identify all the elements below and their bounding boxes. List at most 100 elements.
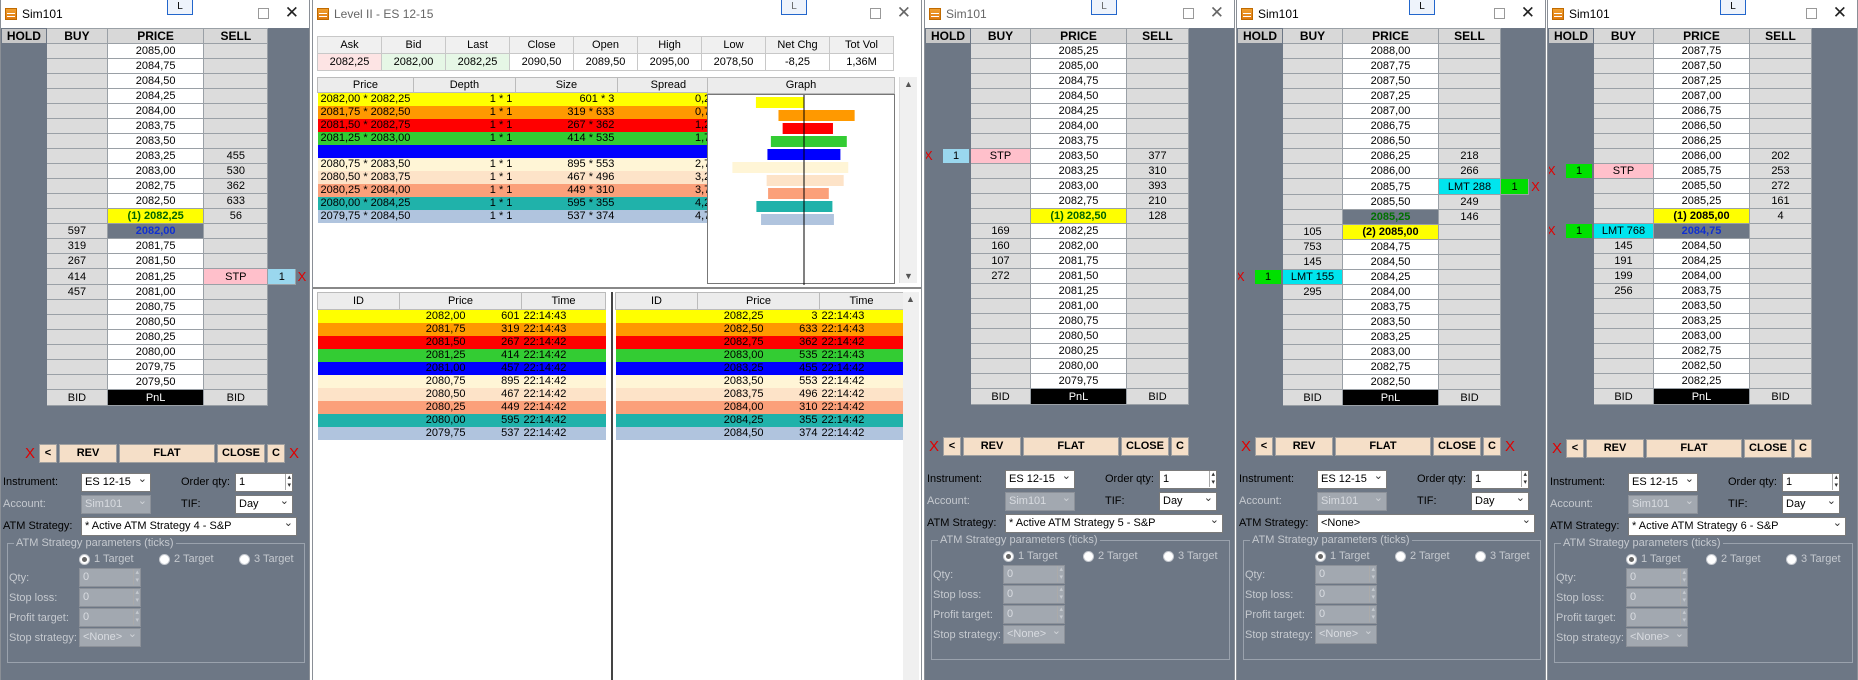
sell-cell[interactable] xyxy=(203,253,269,269)
hold-cell[interactable] xyxy=(1237,314,1283,330)
sell-cell[interactable]: 530 xyxy=(203,163,269,179)
buy-cell[interactable] xyxy=(45,178,109,194)
close-all-icon[interactable]: X xyxy=(287,445,301,462)
price-cell[interactable]: 2083,50 xyxy=(1653,298,1750,314)
buy-cell[interactable] xyxy=(45,103,109,119)
sell-cell[interactable]: 202 xyxy=(1749,148,1812,164)
sell-cell[interactable] xyxy=(1749,268,1812,284)
sell-cell[interactable] xyxy=(1126,373,1189,389)
hold-cell[interactable] xyxy=(925,313,971,329)
price-cell[interactable]: 2086,50 xyxy=(1653,118,1750,134)
price-cell[interactable]: 2083,25 xyxy=(1653,313,1750,329)
sell-cell[interactable] xyxy=(203,284,269,300)
buy-cell[interactable] xyxy=(1593,133,1654,149)
sell-cell[interactable] xyxy=(1126,43,1189,59)
atm-strategy-select[interactable]: <None> xyxy=(1317,512,1535,533)
radio-icon[interactable] xyxy=(239,553,250,565)
sell-cell[interactable] xyxy=(1438,43,1501,59)
reverse-button[interactable]: REV xyxy=(1275,437,1333,456)
buy-cell[interactable] xyxy=(970,358,1031,374)
buy-cell[interactable] xyxy=(1282,88,1343,104)
buy-cell[interactable] xyxy=(45,148,109,164)
hold-cell[interactable] xyxy=(1548,358,1594,374)
hold-cell[interactable] xyxy=(1548,208,1594,224)
close-icon[interactable]: ✕ xyxy=(285,4,299,21)
buy-cell[interactable] xyxy=(1282,194,1343,210)
flat-button[interactable]: FLAT xyxy=(1335,437,1431,456)
hold-cell[interactable] xyxy=(1,314,47,330)
sell-cell[interactable] xyxy=(1749,58,1812,74)
radio-icon[interactable] xyxy=(159,553,170,565)
buy-cell[interactable] xyxy=(1593,148,1654,164)
scroll-down-icon[interactable]: ▼ xyxy=(904,271,913,281)
hold-cell[interactable] xyxy=(1,58,47,74)
title-bar[interactable]: Sim101 L ✕ xyxy=(925,0,1234,28)
sell-cell[interactable] xyxy=(1749,328,1812,344)
book-col-header[interactable]: Price xyxy=(317,77,414,93)
price-cell[interactable]: 2079,75 xyxy=(1030,373,1127,389)
hold-cell[interactable] xyxy=(1,73,47,89)
sell-cell[interactable] xyxy=(1126,238,1189,254)
sell-cell[interactable] xyxy=(203,359,269,375)
price-cell[interactable]: 2083,75 xyxy=(1030,133,1127,149)
atm-strategy-select[interactable]: * Active ATM Strategy 4 - S&P xyxy=(81,515,297,536)
price-cell[interactable]: 2081,00 xyxy=(107,284,205,300)
reverse-button[interactable]: REV xyxy=(1586,439,1644,458)
hold-cell[interactable] xyxy=(1237,194,1283,210)
ts-col-header[interactable]: ID xyxy=(615,292,698,310)
sell-cell[interactable] xyxy=(1438,359,1501,375)
buy-cell[interactable] xyxy=(45,163,109,179)
price-cell[interactable]: 2080,50 xyxy=(1030,328,1127,344)
price-cell[interactable]: 2086,25 xyxy=(1342,148,1439,164)
ts-col-header[interactable]: Time xyxy=(521,292,606,310)
center-button[interactable]: C xyxy=(1483,437,1501,456)
price-cell[interactable]: 2084,50 xyxy=(1030,88,1127,104)
hold-cell[interactable] xyxy=(1237,58,1283,74)
buy-cell[interactable] xyxy=(1282,163,1343,179)
order-qty-badge[interactable]: 1 xyxy=(943,149,969,163)
price-cell[interactable]: 2080,75 xyxy=(107,299,205,315)
sell-cell[interactable] xyxy=(1438,118,1501,134)
sell-cell[interactable] xyxy=(203,238,269,254)
link-button[interactable]: L xyxy=(167,0,193,15)
link-button[interactable]: L xyxy=(1720,0,1746,15)
hold-cell[interactable] xyxy=(1237,43,1283,59)
buy-cell[interactable]: 191 xyxy=(1593,253,1654,269)
sell-cell[interactable]: LMT 288 xyxy=(1438,178,1501,195)
sell-cell[interactable]: 633 xyxy=(203,193,269,209)
buy-cell[interactable] xyxy=(970,118,1031,134)
title-bar[interactable]: Sim101 L ✕ xyxy=(1,0,309,28)
hold-cell[interactable]: X1 xyxy=(925,148,971,164)
close-button[interactable]: CLOSE xyxy=(1433,437,1481,456)
buy-cell[interactable]: 145 xyxy=(1282,254,1343,270)
hold-cell[interactable] xyxy=(1,299,47,315)
buy-cell[interactable] xyxy=(1282,103,1343,119)
target-1-radio[interactable]: 1 Target xyxy=(1626,553,1681,565)
hold-cell[interactable]: X1 xyxy=(1237,269,1283,285)
price-cell[interactable]: 2080,25 xyxy=(107,329,205,345)
price-cell[interactable]: 2079,50 xyxy=(107,374,205,390)
hold-cell[interactable] xyxy=(1548,253,1594,269)
buy-cell[interactable] xyxy=(45,314,109,330)
ts-col-header[interactable]: ID xyxy=(317,292,400,310)
hold-cell[interactable] xyxy=(1548,118,1594,134)
price-cell[interactable]: 2087,75 xyxy=(1342,58,1439,74)
price-cell[interactable]: 2081,00 xyxy=(1030,298,1127,314)
hold-cell[interactable] xyxy=(1237,209,1283,225)
sell-cell[interactable] xyxy=(1438,344,1501,360)
price-cell[interactable]: 2085,50 xyxy=(1342,194,1439,210)
close-all-icon[interactable]: X xyxy=(1503,438,1517,455)
price-cell[interactable]: (1) 2082,50 xyxy=(1030,208,1127,224)
radio-icon[interactable] xyxy=(1315,550,1326,562)
sell-cell[interactable]: 4 xyxy=(1749,208,1812,224)
sell-cell[interactable] xyxy=(203,118,269,134)
buy-cell[interactable] xyxy=(970,58,1031,74)
price-cell[interactable]: 2081,50 xyxy=(1030,268,1127,284)
buy-cell[interactable] xyxy=(970,43,1031,59)
close-all-icon[interactable]: X xyxy=(23,445,37,462)
price-cell[interactable]: 2085,25 xyxy=(1030,43,1127,59)
instrument-select[interactable]: ES 12-15 xyxy=(1317,468,1387,489)
sell-cell[interactable] xyxy=(1126,88,1189,104)
hold-cell[interactable] xyxy=(1,178,47,194)
buy-cell[interactable] xyxy=(45,73,109,89)
